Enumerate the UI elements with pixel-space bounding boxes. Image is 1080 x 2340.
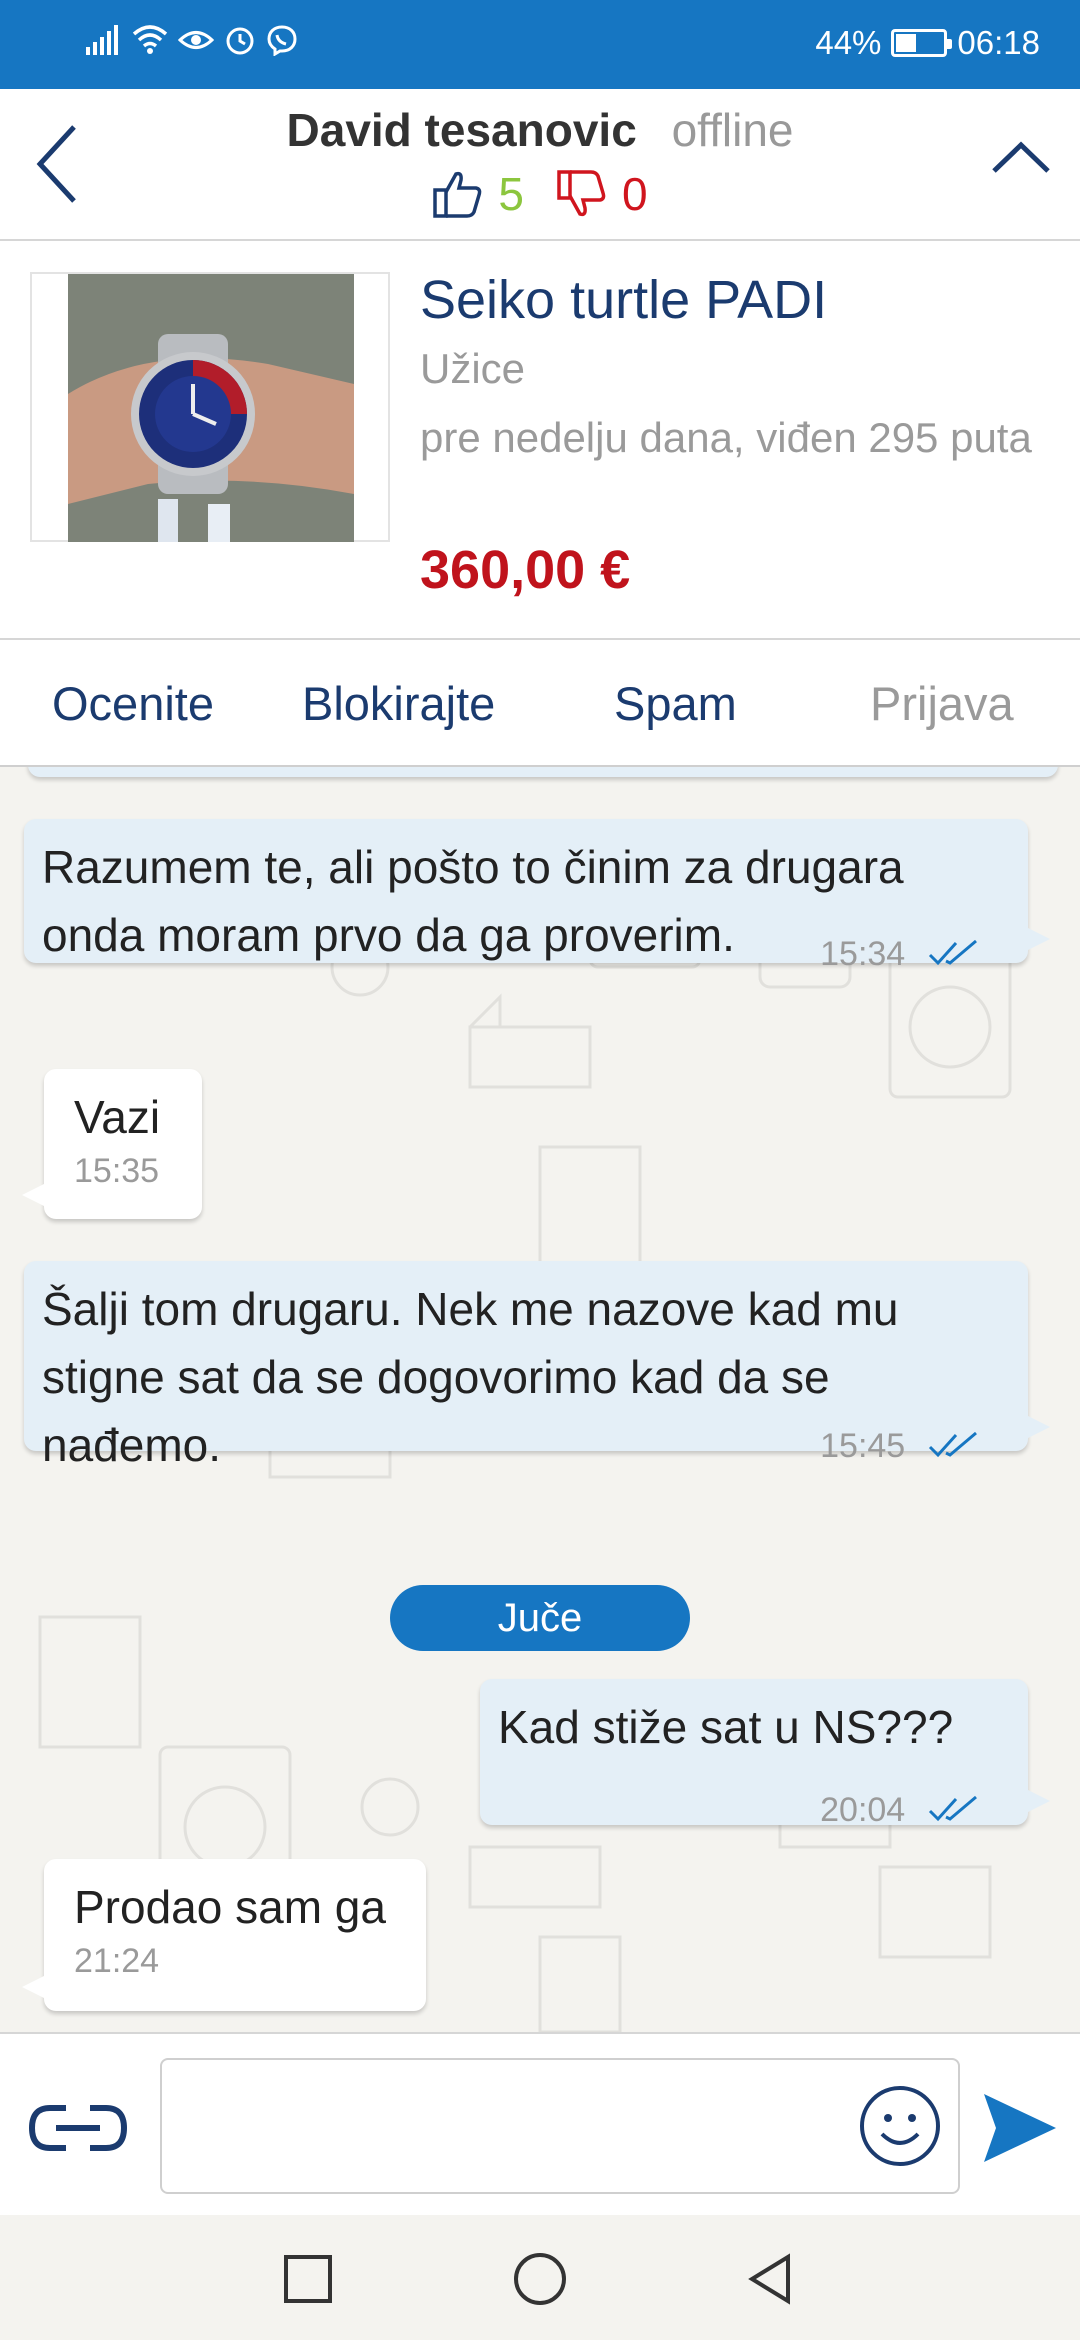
product-meta: pre nedelju dana, viđen 295 puta [420, 414, 1032, 461]
status-icons [86, 24, 298, 56]
chat-header: David tesanovic offline 5 0 [0, 89, 1080, 241]
circle-icon [514, 2253, 566, 2305]
double-check-icon [928, 1795, 977, 1822]
message-time: 15:35 [74, 1152, 160, 1190]
message-text: Kad stiže sat u NS??? [498, 1701, 954, 1753]
attach-link-button[interactable] [26, 2098, 130, 2158]
double-check-icon [928, 939, 977, 966]
nav-back-button[interactable] [742, 2251, 798, 2307]
square-icon [284, 2255, 332, 2303]
message-text: stigne sat da se dogovorimo kad da se [42, 1351, 830, 1403]
message-bubble[interactable]: Šalji tom drugaru. Nek me nazove kad mu … [24, 1261, 1050, 1471]
triangle-back-icon [748, 2253, 790, 2305]
watch-photo [68, 274, 354, 542]
message-input[interactable] [160, 2058, 960, 2194]
rating-row: 5 0 [0, 167, 1080, 221]
product-price: 360,00 € [420, 540, 631, 600]
actions-bar: Ocenite Blokirajte Spam Prijava [0, 640, 1080, 767]
recents-button[interactable] [280, 2251, 336, 2307]
message-text: Razumem te, ali pošto to činim za drugar… [42, 841, 904, 893]
date-divider: Juče [390, 1585, 690, 1651]
chevron-up-icon [992, 141, 1050, 173]
message-partial [28, 767, 1058, 777]
contact-name[interactable]: David tesanovic [287, 104, 637, 156]
message-meta: 15:34 [820, 915, 980, 988]
clock: 06:18 [957, 24, 1040, 61]
product-card[interactable]: Seiko turtle PADI Užice pre nedelju dana… [0, 241, 1080, 640]
product-thumbnail[interactable] [30, 272, 390, 542]
message-bubble[interactable]: Prodao sam ga 21:24 [22, 1859, 426, 2011]
battery-percent: 44% [815, 24, 882, 61]
spam-button[interactable]: Spam [614, 676, 737, 731]
product-location: Užice [420, 345, 526, 392]
link-icon [28, 2105, 128, 2151]
message-text: Vazi [74, 1091, 161, 1143]
eye-icon [178, 31, 214, 49]
message-input-bar [0, 2032, 1080, 2215]
home-button[interactable] [512, 2251, 568, 2307]
contact-row: David tesanovic offline [0, 103, 1080, 157]
alarm-icon [226, 27, 254, 55]
likes-count: 5 [498, 168, 524, 220]
send-icon [984, 2094, 1056, 2162]
contact-status: offline [671, 104, 794, 156]
dislikes-count: 0 [622, 168, 648, 220]
thumbs-down-icon [557, 170, 606, 217]
chat-area[interactable]: Razumem te, ali pošto to činim za drugar… [0, 767, 1080, 2032]
message-time: 21:24 [74, 1942, 160, 1980]
message-bubble[interactable]: Kad stiže sat u NS??? 20:04 [480, 1679, 1050, 1829]
message-time: 15:45 [820, 1427, 906, 1465]
message-time: 20:04 [820, 1791, 906, 1829]
emoji-button[interactable] [858, 2084, 942, 2168]
message-bubble[interactable]: Razumem te, ali pošto to činim za drugar… [24, 819, 1050, 973]
thumbs-up-icon [433, 171, 482, 218]
status-bar: 44% 06:18 [0, 0, 1080, 89]
battery-icon [891, 29, 953, 57]
message-text: Šalji tom drugaru. Nek me nazove kad mu [42, 1283, 899, 1335]
product-title[interactable]: Seiko turtle PADI [420, 269, 827, 331]
send-button[interactable] [980, 2088, 1060, 2168]
smiley-icon [860, 2086, 940, 2166]
double-check-icon [928, 1431, 977, 1458]
rate-button[interactable]: Ocenite [52, 676, 214, 731]
wifi-icon [132, 25, 168, 54]
message-bubble[interactable]: Vazi 15:35 [22, 1069, 202, 1219]
signal-icon [86, 25, 118, 55]
report-button[interactable]: Prijava [870, 676, 1014, 731]
message-text: Prodao sam ga [74, 1881, 386, 1933]
system-nav-bar [0, 2215, 1080, 2340]
status-right: 44% 06:18 [815, 24, 1040, 62]
message-meta: 15:45 [820, 1407, 980, 1480]
block-button[interactable]: Blokirajte [302, 676, 495, 731]
viber-icon [267, 25, 297, 56]
collapse-button[interactable] [986, 129, 1056, 189]
message-time: 15:34 [820, 935, 906, 973]
message-meta: 20:04 [820, 1771, 980, 1844]
